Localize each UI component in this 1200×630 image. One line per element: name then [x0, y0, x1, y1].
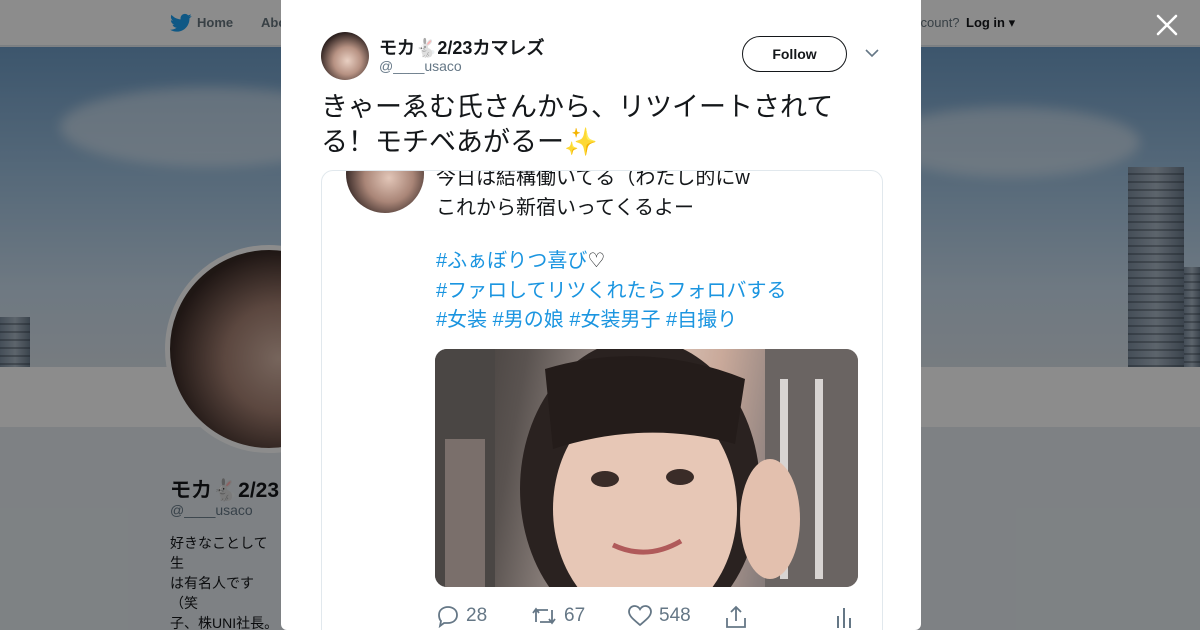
retweet-icon [532, 607, 556, 625]
tweet-actions: 28 67 548 [436, 604, 856, 630]
retweet-action[interactable]: 67 [530, 604, 585, 628]
tweet-text: きゃーゑむ氏さんから、リツイートされてる！モチベあがるー✨ [321, 90, 881, 160]
sparkle-emoji: ✨ [564, 127, 598, 157]
hashtag-line[interactable]: #女装 #男の娘 #女装男子 #自撮り [436, 306, 787, 336]
follow-button[interactable]: Follow [742, 36, 847, 72]
reply-count: 28 [466, 605, 488, 626]
analytics-action[interactable] [834, 604, 854, 630]
hashtag-line[interactable]: #ファロしてリツくれたらフォロバする [436, 277, 787, 307]
quoted-text-line: これから新宿いってくるよー [436, 197, 694, 219]
quoted-text-line: 今日は結構働いてる（わたし的にw [436, 170, 750, 189]
reply-action[interactable]: 28 [436, 604, 487, 628]
quoted-hashtags: #ふぁぼりつ喜び♡ #ファロしてリツくれたらフォロバする #女装 #男の娘 #女… [436, 247, 787, 336]
share-icon [726, 605, 746, 628]
author-name[interactable]: モカ🐇2/23カマレズ [379, 34, 544, 60]
share-action[interactable] [723, 604, 749, 630]
tweet-modal: モカ🐇2/23カマレズ @____usaco Follow きゃーゑむ氏さんから… [281, 0, 921, 630]
quoted-tweet-card[interactable]: 今日は結構働いてる（わたし的にw これから新宿いってくるよー #ふぁぼりつ喜び♡… [321, 170, 883, 630]
chevron-down-icon[interactable] [865, 48, 879, 58]
quoted-photo[interactable] [435, 349, 858, 587]
analytics-icon [837, 608, 851, 628]
heart-icon [628, 605, 652, 627]
author-handle[interactable]: @____usaco [379, 58, 462, 74]
selfie-photo [435, 349, 858, 587]
heart-glyph: ♡ [587, 250, 606, 272]
like-action[interactable]: 548 [627, 604, 691, 628]
retweet-count: 67 [564, 605, 586, 626]
quoted-author-avatar [346, 171, 424, 213]
hashtag-text[interactable]: #ふぁぼりつ喜び [436, 250, 587, 272]
close-icon[interactable] [1154, 12, 1180, 38]
hashtag-line[interactable]: #ふぁぼりつ喜び♡ [436, 247, 787, 277]
author-avatar[interactable] [321, 32, 369, 80]
like-count: 548 [659, 605, 691, 626]
reply-icon [438, 606, 458, 628]
